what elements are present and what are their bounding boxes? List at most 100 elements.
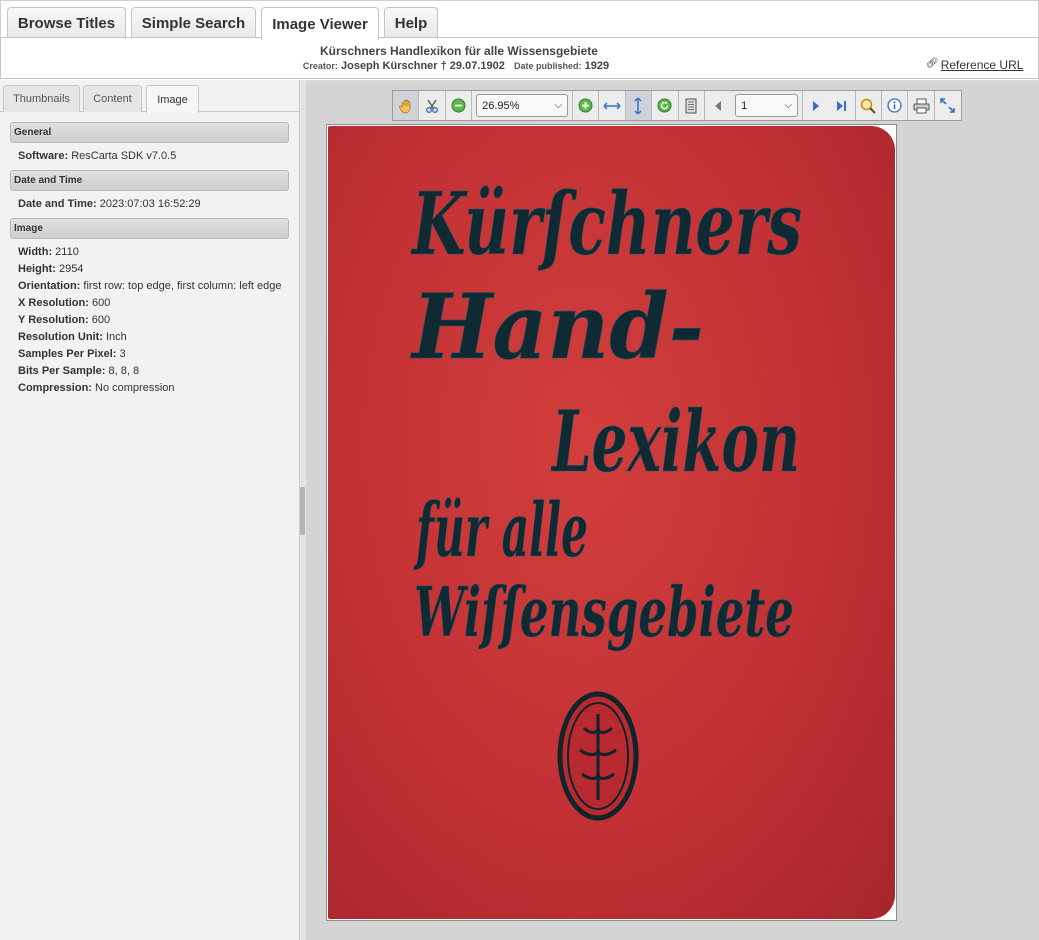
- datetime-value: 2023:07:03 16:52:29: [99, 198, 201, 210]
- datetime-label: Date and Time:: [18, 198, 97, 210]
- fit-width-button[interactable]: [599, 91, 626, 120]
- date-value: 1929: [584, 60, 610, 72]
- tab-help[interactable]: Help: [384, 7, 438, 39]
- tab-simple-search[interactable]: Simple Search: [131, 7, 256, 39]
- book-cover-image: Kürſchners Hand- Lexikon für alle Wiſſen…: [328, 126, 895, 919]
- prop-row: Resolution Unit: Inch: [18, 331, 127, 343]
- horizontal-arrows-icon: [603, 101, 621, 110]
- page-select-wrapper: 1 ⌵: [731, 91, 804, 120]
- tab-content[interactable]: Content: [83, 85, 142, 112]
- prop-row: Samples Per Pixel: 3: [18, 348, 126, 360]
- prop-row: X Resolution: 600: [18, 297, 110, 309]
- prop-label: Width:: [18, 246, 53, 258]
- zoom-out-button[interactable]: [446, 91, 473, 120]
- last-page-icon: [837, 100, 847, 111]
- emblem-icon: [557, 691, 639, 821]
- tab-image-viewer[interactable]: Image Viewer: [261, 7, 379, 40]
- prop-value: No compression: [95, 382, 175, 394]
- section-image-header[interactable]: Image: [10, 218, 289, 239]
- prop-row: Compression: No compression: [18, 382, 175, 394]
- creator-label: Creator:: [302, 61, 338, 71]
- document-header: Kürschners Handlexikon für alle Wissensg…: [0, 37, 1039, 79]
- cover-artwork: Kürſchners Hand- Lexikon für alle Wiſſen…: [328, 126, 895, 919]
- last-page-button[interactable]: [829, 91, 856, 120]
- prop-label: X Resolution:: [18, 297, 89, 309]
- metadata-panel: Thumbnails Content Image General Softwar…: [0, 80, 300, 940]
- prop-value: 3: [119, 348, 126, 360]
- plus-circle-icon: [578, 98, 593, 113]
- zoom-in-button[interactable]: [573, 91, 600, 120]
- magnifier-icon: [861, 98, 877, 114]
- cover-title-line: Lexikon: [551, 392, 800, 491]
- tab-image[interactable]: Image: [146, 85, 199, 113]
- next-page-button[interactable]: [803, 91, 829, 120]
- previous-page-button[interactable]: [705, 91, 731, 120]
- prop-label: Samples Per Pixel:: [18, 348, 117, 360]
- minus-circle-icon: [451, 98, 466, 113]
- section-datetime-header[interactable]: Date and Time: [10, 170, 289, 191]
- prop-value: 2954: [58, 263, 84, 275]
- pan-tool-button[interactable]: [393, 91, 420, 120]
- prop-row: Y Resolution: 600: [18, 314, 110, 326]
- fullscreen-button[interactable]: [935, 91, 961, 120]
- prop-row: Orientation: first row: top edge, first …: [18, 280, 282, 292]
- zoom-value: 26.95%: [482, 99, 520, 112]
- hand-icon: [398, 99, 411, 113]
- page-view-button[interactable]: [679, 91, 705, 120]
- info-button[interactable]: [882, 91, 909, 120]
- expand-icon: [940, 98, 956, 113]
- chevron-down-icon: ⌵: [784, 100, 793, 111]
- image-viewer: 26.95% ⌵ 1 ⌵ Kürſchners Hand- Lexikon fü…: [306, 80, 1039, 940]
- search-button[interactable]: [856, 91, 883, 120]
- prop-row: Bits Per Sample: 8, 8, 8: [18, 365, 139, 377]
- top-tab-bar: Browse Titles Simple Search Image Viewer…: [0, 0, 1039, 40]
- tab-browse-titles[interactable]: Browse Titles: [7, 7, 126, 39]
- zoom-select[interactable]: 26.95% ⌵: [476, 94, 569, 117]
- prop-label: Height:: [18, 263, 56, 275]
- side-tab-bar: Thumbnails Content Image: [0, 80, 300, 113]
- prop-label: Compression:: [18, 382, 92, 394]
- print-button[interactable]: [908, 91, 935, 120]
- triangle-right-icon: [813, 100, 820, 111]
- link-icon: 🔗︎: [926, 58, 939, 69]
- prop-value: 600: [91, 314, 111, 326]
- reference-url-label: Reference URL: [940, 58, 1024, 72]
- vertical-arrows-icon: [634, 96, 642, 115]
- prop-row: Width: 2110: [18, 246, 79, 258]
- prop-value: 8, 8, 8: [108, 365, 140, 377]
- reference-url-link[interactable]: 🔗︎ Reference URL: [926, 58, 1023, 72]
- page-value: 1: [741, 99, 748, 112]
- cover-title-line: Kürſchners: [410, 174, 802, 275]
- software-value: ResCarta SDK v7.0.5: [71, 150, 177, 162]
- fit-height-button[interactable]: [625, 91, 653, 120]
- page-select[interactable]: 1 ⌵: [735, 94, 799, 117]
- tab-thumbnails[interactable]: Thumbnails: [3, 85, 80, 112]
- cover-title-line: für alle: [413, 488, 588, 574]
- date-label: Date published:: [514, 61, 582, 71]
- zoom-select-wrapper: 26.95% ⌵: [472, 91, 574, 120]
- cover-title-line: Hand-: [409, 274, 704, 380]
- rotate-button[interactable]: [652, 91, 679, 120]
- viewer-toolbar: 26.95% ⌵ 1 ⌵: [392, 90, 962, 121]
- splitter-handle[interactable]: [300, 487, 305, 535]
- rotate-icon: [657, 98, 672, 113]
- page-image[interactable]: Kürſchners Hand- Lexikon für alle Wiſſen…: [326, 124, 897, 921]
- prop-value: Inch: [106, 331, 127, 343]
- prop-value: 2110: [55, 246, 79, 258]
- prop-label: Bits Per Sample:: [18, 365, 106, 377]
- printer-icon: [913, 98, 930, 113]
- creator-value: Joseph Kürschner † 29.07.1902: [340, 60, 505, 72]
- software-row: Software: ResCarta SDK v7.0.5: [18, 150, 176, 162]
- info-icon: [887, 98, 902, 113]
- crop-tool-button[interactable]: [419, 91, 446, 120]
- cover-title-line: Wiſſensgebiete: [414, 573, 794, 653]
- scissors-icon: [426, 99, 439, 113]
- prop-value: 600: [91, 297, 111, 309]
- datetime-row: Date and Time: 2023:07:03 16:52:29: [18, 198, 201, 210]
- document-title: Kürschners Handlexikon für alle Wissensg…: [320, 44, 598, 58]
- chevron-down-icon: ⌵: [554, 100, 563, 111]
- document-meta: Creator: Joseph Kürschner † 29.07.1902 D…: [1, 60, 911, 72]
- software-label: Software:: [18, 150, 69, 162]
- prop-label: Resolution Unit:: [18, 331, 103, 343]
- section-general-header[interactable]: General: [10, 122, 289, 143]
